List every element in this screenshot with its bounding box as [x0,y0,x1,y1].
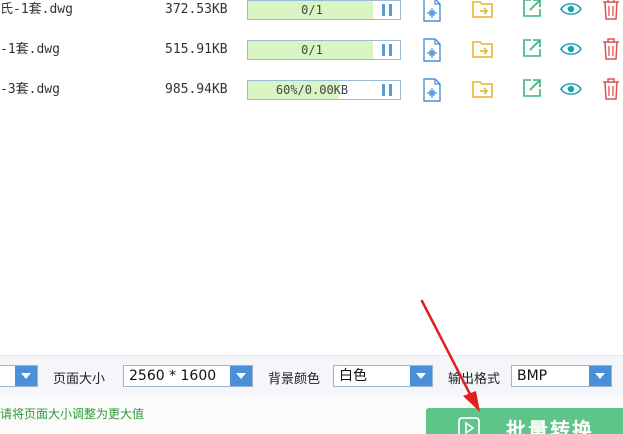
delete-icon[interactable] [602,0,623,22]
eye-icon[interactable] [560,1,582,25]
output-format-dropdown[interactable]: BMP [511,365,612,387]
batch-convert-button[interactable]: 批量转换 [426,408,623,434]
open-external-icon[interactable] [522,78,544,102]
delete-icon[interactable] [602,78,623,102]
batch-convert-label: 批量转换 [506,418,594,434]
bg-color-value: 白色 [339,368,367,384]
page-size-dropdown[interactable]: 2560 * 1600 [123,365,253,387]
file-settings-icon[interactable] [422,38,444,62]
file-name: -3套.dwg [0,82,60,97]
progress-text: 60%/0.00KB [275,83,349,97]
bg-color-dropdown[interactable]: 白色 [333,365,433,387]
file-row: 氏-1套.dwg 372.53KB 0/1 [0,0,623,40]
pause-icon[interactable] [382,84,392,96]
file-row: -1套.dwg 515.91KB 0/1 [0,38,623,80]
partial-dropdown[interactable] [0,365,38,387]
file-name: -1套.dwg [0,42,60,57]
file-row: -3套.dwg 985.94KB 60%/0.00KB [0,78,623,120]
file-settings-icon[interactable] [422,78,444,102]
eye-icon[interactable] [560,81,582,105]
progress-bar: 0/1 [247,40,401,60]
output-format-label: 输出格式 [448,372,501,387]
eye-icon[interactable] [560,41,582,65]
dropdown-arrow-icon[interactable] [15,366,37,386]
page-size-value: 2560 * 1600 [129,368,217,384]
folder-icon[interactable] [472,78,494,102]
bg-color-label: 背景颜色 [268,372,321,387]
pause-icon[interactable] [382,4,392,16]
progress-text: 0/1 [301,43,323,57]
delete-icon[interactable] [602,38,623,62]
folder-icon[interactable] [472,38,494,62]
output-format-value: BMP [517,368,548,384]
page-size-label: 页面大小 [53,372,106,387]
file-size: 515.91KB [165,42,228,57]
open-external-icon[interactable] [522,38,544,62]
folder-icon[interactable] [472,0,494,22]
progress-bar: 60%/0.00KB [247,80,401,100]
progress-bar: 0/1 [247,0,401,20]
open-external-icon[interactable] [522,0,544,22]
file-size: 985.94KB [165,82,228,97]
file-size: 372.53KB [165,2,228,17]
dropdown-arrow-icon[interactable] [589,366,611,386]
dropdown-arrow-icon[interactable] [230,366,252,386]
dropdown-arrow-icon[interactable] [410,366,432,386]
progress-text: 0/1 [301,3,323,17]
pause-icon[interactable] [382,44,392,56]
file-settings-icon[interactable] [422,0,444,22]
play-icon [458,417,480,434]
settings-toolbar: 页面大小 2560 * 1600 背景颜色 白色 输出格式 BMP [0,355,623,398]
hint-text: 请将页面大小调整为更大值 [0,407,145,421]
file-name: 氏-1套.dwg [0,2,73,17]
